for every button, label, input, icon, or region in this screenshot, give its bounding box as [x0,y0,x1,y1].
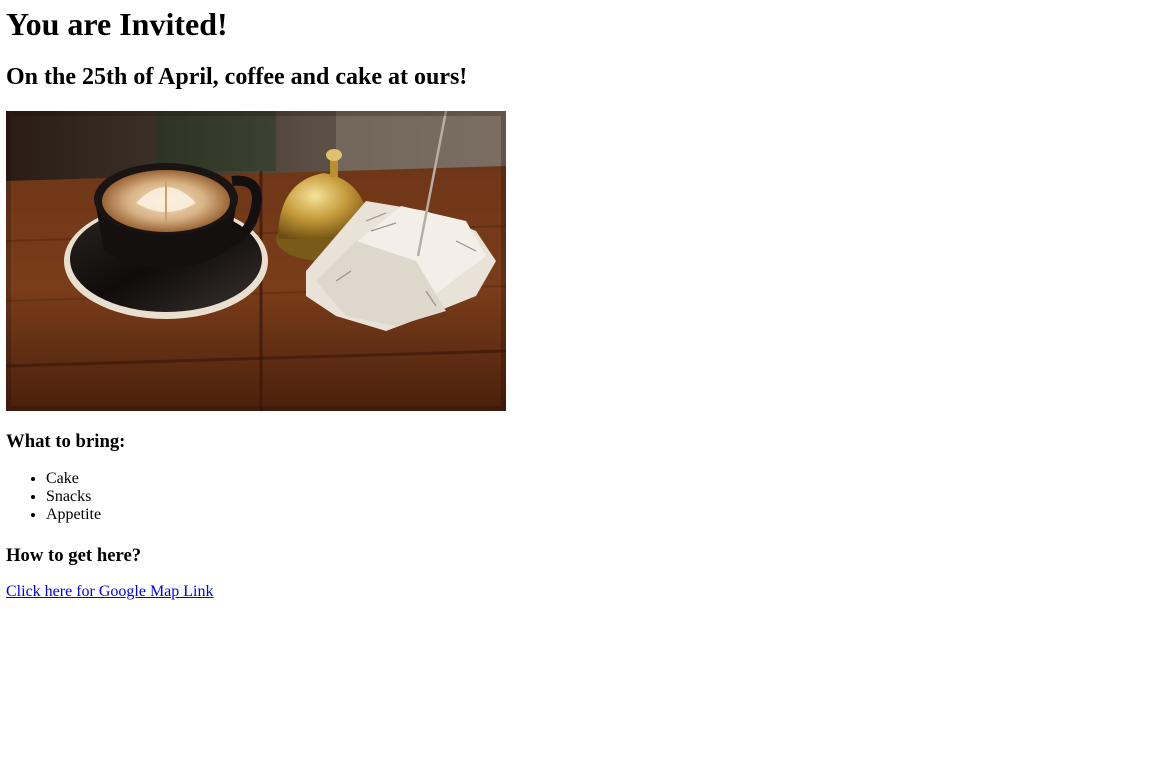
list-item: Snacks [46,488,101,506]
event-subtitle: On the 25th of April, coffee and cake at… [6,64,468,90]
bring-heading: What to bring: [6,431,126,452]
page-title: You are Invited! [6,6,228,42]
coffee-photo [6,111,506,411]
list-item: Cake [46,470,101,488]
list-item: Appetite [46,506,101,524]
bring-list: Cake Snacks Appetite [6,470,101,524]
directions-heading: How to get here? [6,545,142,566]
google-map-link[interactable]: Click here for Google Map Link [6,583,214,601]
